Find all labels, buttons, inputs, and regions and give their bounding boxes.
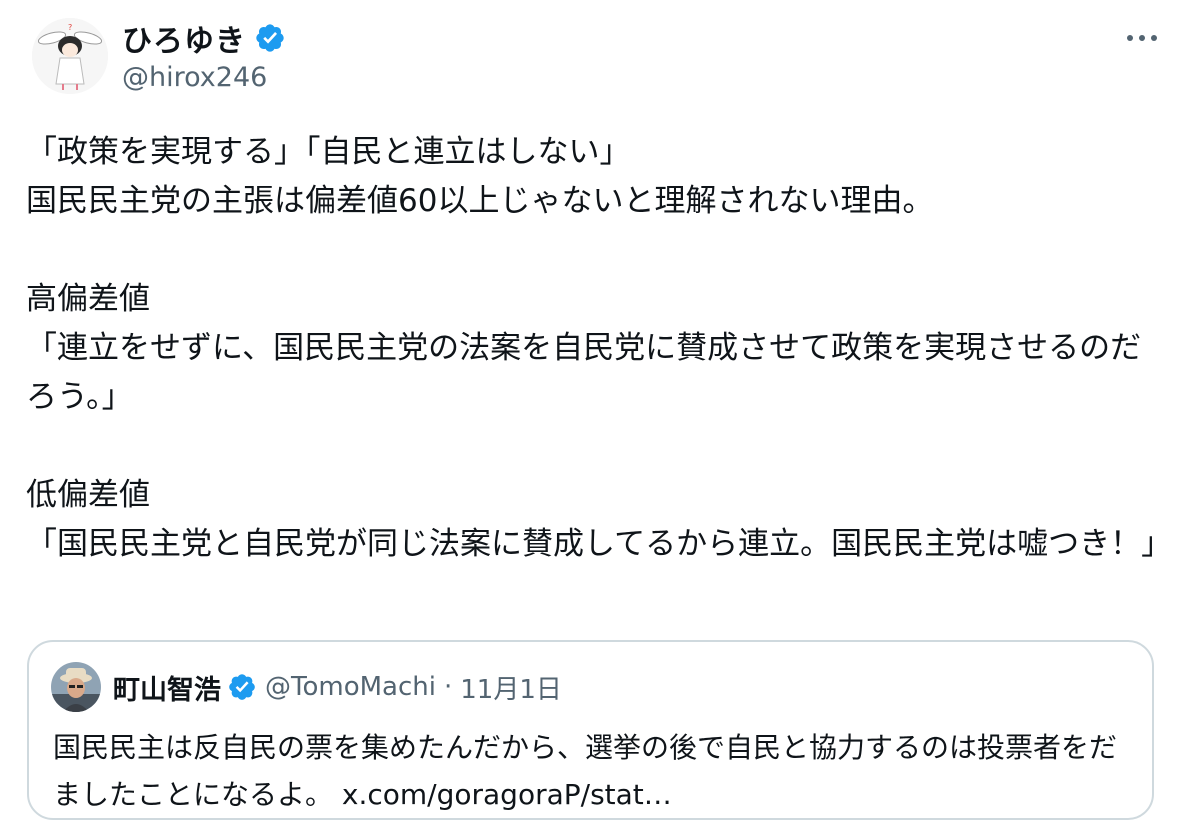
- verified-badge-icon: [229, 674, 255, 700]
- tweet-text: 「政策を実現する」「自民と連立はしない」 国民民主党の主張は偏差値60以上じゃな…: [26, 134, 1173, 562]
- verified-badge-icon: [256, 24, 284, 52]
- quoted-date[interactable]: 11月1日: [460, 669, 562, 706]
- quoted-tweet[interactable]: 町山智浩 @TomoMachi · 11月1日 国民民主は反自民の票を集めたんだ…: [27, 640, 1154, 820]
- svg-text:?: ?: [68, 23, 72, 32]
- tweet-header: ? ひろゆき @hirox246: [30, 14, 1160, 104]
- quoted-author-avatar[interactable]: [51, 662, 101, 712]
- more-dots-icon[interactable]: [1124, 32, 1160, 44]
- quoted-tweet-text: 国民民主は反自民の票を集めたんだから、選挙の後で自民と協力するのは投票者をだまし…: [53, 731, 1118, 811]
- author-handle[interactable]: @hirox246: [122, 62, 267, 93]
- author-display-name[interactable]: ひろゆき: [122, 16, 246, 60]
- quoted-display-name[interactable]: 町山智浩: [113, 668, 221, 707]
- meta-separator: ·: [443, 672, 453, 702]
- author-avatar[interactable]: ?: [32, 18, 108, 94]
- quoted-handle[interactable]: @TomoMachi: [265, 672, 436, 702]
